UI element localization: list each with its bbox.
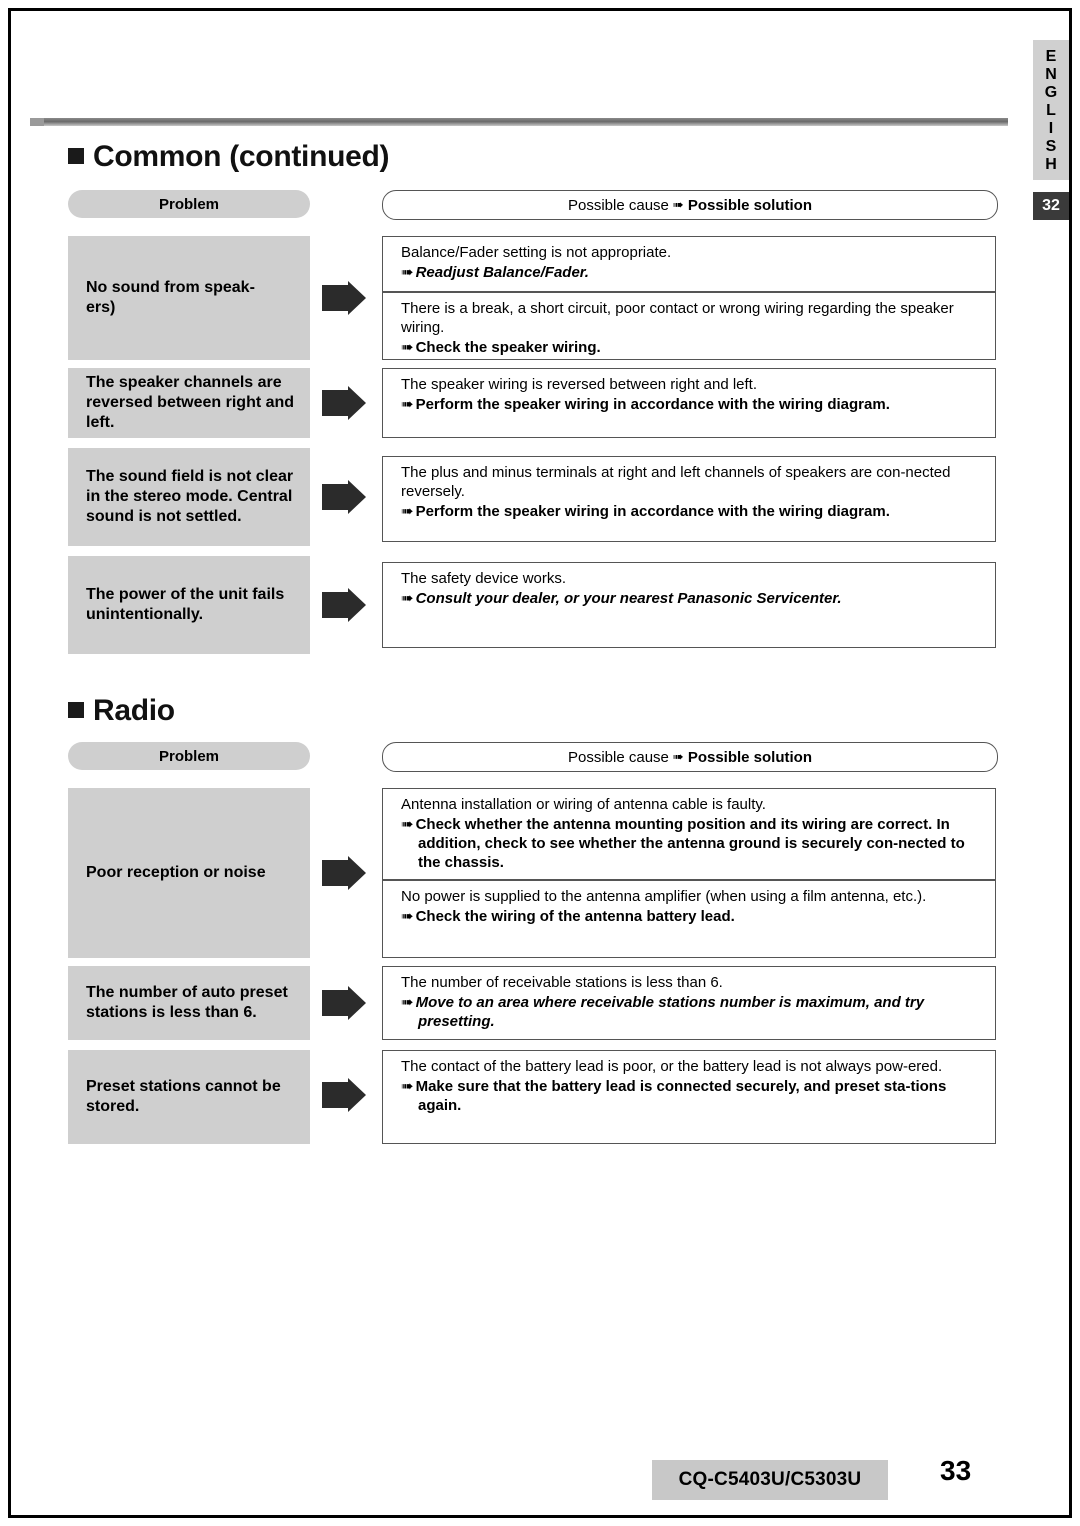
- bullet-square-icon: [68, 148, 84, 164]
- language-tab: E N G L I S H: [1033, 40, 1069, 180]
- solution-answer-text: Readjust Balance/Fader.: [415, 264, 589, 281]
- answer-arrow-icon: ➠: [401, 264, 414, 281]
- bullet-square-icon: [68, 702, 84, 718]
- answer-arrow-icon: ➠: [401, 339, 414, 356]
- cause-header-suffix: Possible solution: [687, 196, 812, 214]
- solution-answer: ➠ Readjust Balance/Fader.: [401, 263, 985, 282]
- problem-cell: Preset stations cannot be stored.: [68, 1050, 310, 1144]
- problem-cell-text: Preset stations cannot be stored.: [86, 1078, 281, 1115]
- solution-box: The safety device works. ➠ Consult your d…: [382, 562, 996, 648]
- problem-header-radio: Problem: [68, 742, 310, 770]
- solution-answer: ➠ Check the wiring of the antenna battery…: [401, 907, 985, 926]
- answer-arrow-icon: ➠: [401, 816, 414, 833]
- solution-answer: ➠ Make sure that the battery lead is conn…: [401, 1077, 985, 1115]
- row-arrow-icon: [322, 588, 366, 622]
- footer-page-number: 33: [940, 1455, 972, 1486]
- solution-cause: Balance/Fader setting is not appropriate…: [401, 244, 672, 261]
- solution-box: Antenna installation or wiring of antenn…: [382, 788, 996, 880]
- language-tab-letter: E: [1045, 48, 1057, 65]
- cause-header-radio: Possible cause ➠ Possible solution: [382, 742, 998, 772]
- solution-box: No power is supplied to the antenna ampl…: [382, 880, 996, 958]
- solution-answer: ➠ Perform the speaker wiring in accordanc…: [401, 502, 985, 521]
- answer-arrow-icon: ➠: [401, 503, 414, 520]
- row-arrow-icon: [322, 1078, 366, 1112]
- solution-box: The number of receivable stations is les…: [382, 966, 996, 1040]
- cause-header-prefix: Possible cause: [568, 748, 669, 766]
- solution-box: The plus and minus terminals at right an…: [382, 456, 996, 542]
- solution-answer-text: Check the wiring of the antenna battery …: [415, 908, 735, 925]
- solution-answer: ➠ Check whether the antenna mounting posi…: [401, 815, 985, 872]
- problem-cell-text: Poor reception or noise: [86, 864, 266, 881]
- solution-cause: There is a break, a short circuit, poor …: [401, 300, 954, 336]
- language-tab-letter: I: [1048, 120, 1054, 137]
- solution-answer-text: Check the speaker wiring.: [415, 339, 601, 356]
- problem-cell-text: The sound field is not clear in the ster…: [86, 468, 294, 525]
- solution-cause: The contact of the battery lead is poor,…: [401, 1058, 943, 1075]
- page-title-common: Common (continued): [68, 140, 390, 174]
- answer-arrow-icon: ➠: [401, 396, 414, 413]
- solution-answer-text: Consult your dealer, or your nearest Pan…: [415, 590, 842, 607]
- solution-box: There is a break, a short circuit, poor …: [382, 292, 996, 360]
- solution-answer: ➠ Check the speaker wiring.: [401, 338, 985, 357]
- problem-cell-text: No sound from speak- ers): [86, 279, 255, 316]
- solution-answer-text: Make sure that the battery lead is conne…: [415, 1078, 947, 1114]
- solution-cause: The number of receivable stations is les…: [401, 974, 723, 991]
- problem-cell-text: The number of auto preset stations is le…: [86, 984, 288, 1021]
- solution-answer-text: Check whether the antenna mounting posit…: [415, 816, 965, 871]
- page-title-radio: Radio: [68, 694, 175, 728]
- problem-cell-text: The speaker channels are reversed betwee…: [86, 374, 295, 431]
- solution-cause: Antenna installation or wiring of antenn…: [401, 796, 766, 813]
- answer-arrow-icon: ➠: [401, 1078, 414, 1095]
- problem-header-common: Problem: [68, 190, 310, 218]
- row-arrow-icon: [322, 856, 366, 890]
- arrow-icon: ➠: [672, 749, 684, 764]
- cause-header-common: Possible cause ➠ Possible solution: [382, 190, 998, 220]
- solution-box: Balance/Fader setting is not appropriate…: [382, 236, 996, 292]
- solution-cause: The speaker wiring is reversed between r…: [401, 376, 758, 393]
- problem-cell-text: The power of the unit fails unintentiona…: [86, 586, 285, 623]
- problem-cell: No sound from speak- ers): [68, 236, 310, 360]
- row-arrow-icon: [322, 480, 366, 514]
- arrow-icon: ➠: [672, 197, 684, 212]
- language-tab-letter: G: [1044, 84, 1058, 101]
- solution-answer-text: Move to an area where receivable station…: [415, 994, 925, 1030]
- page-title-radio-text: Radio: [93, 694, 175, 727]
- solution-cause: No power is supplied to the antenna ampl…: [401, 888, 927, 905]
- problem-cell: The speaker channels are reversed betwee…: [68, 368, 310, 438]
- language-tab-letter: S: [1045, 138, 1057, 155]
- solution-box: The speaker wiring is reversed between r…: [382, 368, 996, 438]
- problem-cell: The number of auto preset stations is le…: [68, 966, 310, 1040]
- section-number-badge: 32: [1033, 192, 1069, 220]
- language-tab-letter: L: [1046, 102, 1056, 119]
- row-arrow-icon: [322, 281, 366, 315]
- footer-model-bar: CQ-C5403U/C5303U: [652, 1460, 888, 1500]
- solution-box: The contact of the battery lead is poor,…: [382, 1050, 996, 1144]
- row-arrow-icon: [322, 386, 366, 420]
- page-title-common-text: Common (continued): [93, 140, 390, 173]
- problem-cell: The sound field is not clear in the ster…: [68, 448, 310, 546]
- cause-header-prefix: Possible cause: [568, 196, 669, 214]
- answer-arrow-icon: ➠: [401, 590, 414, 607]
- header-rule-cap: [30, 118, 44, 126]
- row-arrow-icon: [322, 986, 366, 1020]
- solution-answer: ➠ Perform the speaker wiring in accordanc…: [401, 395, 985, 414]
- solution-answer: ➠ Move to an area where receivable statio…: [401, 993, 985, 1031]
- header-rule: [30, 118, 1008, 126]
- solution-cause: The safety device works.: [401, 570, 567, 587]
- solution-answer-text: Perform the speaker wiring in accordance…: [415, 396, 890, 413]
- solution-answer-text: Perform the speaker wiring in accordance…: [415, 503, 890, 520]
- cause-header-suffix: Possible solution: [687, 748, 812, 766]
- answer-arrow-icon: ➠: [401, 908, 414, 925]
- solution-cause: The plus and minus terminals at right an…: [401, 464, 951, 500]
- answer-arrow-icon: ➠: [401, 994, 414, 1011]
- problem-cell: The power of the unit fails unintentiona…: [68, 556, 310, 654]
- language-tab-letter: N: [1045, 66, 1057, 83]
- solution-answer: ➠ Consult your dealer, or your nearest Pa…: [401, 589, 985, 608]
- language-tab-letter: H: [1045, 156, 1057, 173]
- problem-cell: Poor reception or noise: [68, 788, 310, 958]
